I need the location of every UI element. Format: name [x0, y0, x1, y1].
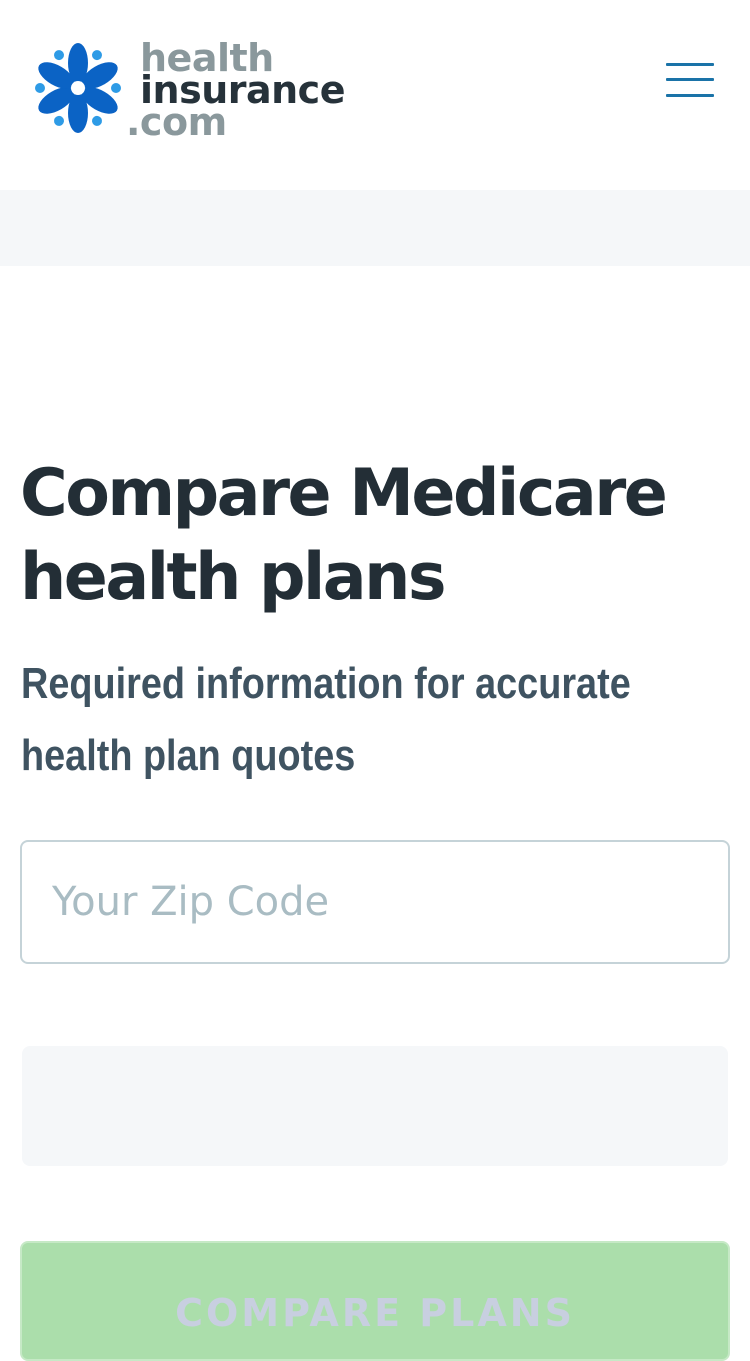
subtitle-line-2: health plan quotes: [21, 731, 356, 780]
page-subtitle: Required information for accurate health …: [21, 648, 632, 792]
zip-code-input[interactable]: [52, 842, 702, 962]
page-title: Compare Medicare health plans: [20, 456, 668, 615]
zip-code-field: [20, 840, 730, 964]
logo-text-dotcom: .com: [126, 100, 227, 144]
compare-plans-button[interactable]: COMPARE PLANS: [20, 1241, 730, 1361]
flower-logo-icon: [35, 43, 121, 133]
compare-plans-label: COMPARE PLANS: [175, 1291, 575, 1335]
hamburger-menu-icon[interactable]: [660, 56, 720, 104]
loading-placeholder: [22, 1046, 728, 1166]
menu-bar-middle: [666, 78, 714, 81]
menu-bar-bottom: [666, 94, 714, 97]
banner-strip: [0, 190, 750, 266]
subtitle-line-1: Required information for accurate: [21, 659, 631, 708]
logo-wordmark: health insurance .com: [126, 36, 364, 142]
site-logo[interactable]: health insurance .com: [28, 36, 368, 142]
site-header: health insurance .com: [0, 0, 750, 190]
menu-bar-top: [666, 63, 714, 66]
